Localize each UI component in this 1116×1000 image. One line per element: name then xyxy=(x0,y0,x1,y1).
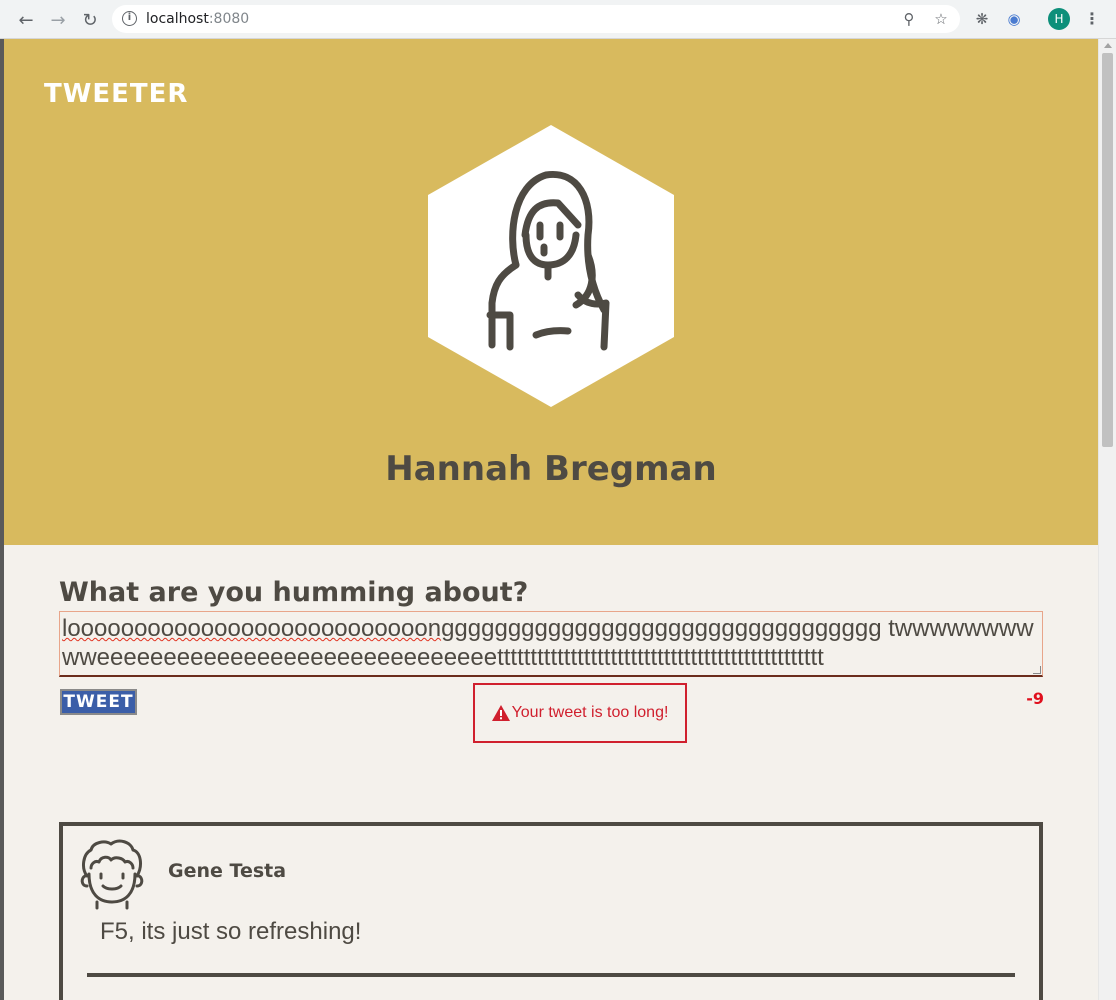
forward-arrow-icon[interactable]: → xyxy=(46,8,70,32)
error-message-box: Your tweet is too long! xyxy=(473,683,687,743)
browser-toolbar: ← → ↻ i localhost:8080 ⚲ ☆ ❋ ◉ H ⋮ xyxy=(0,0,1116,39)
tweet-button[interactable]: TWEET xyxy=(60,689,137,715)
profile-name: Hannah Bregman xyxy=(385,449,717,489)
profile-header: TWEETER Hannah Bregman xyxy=(4,39,1098,545)
page-scrollbar[interactable] xyxy=(1098,39,1116,1000)
author-avatar-icon xyxy=(80,839,144,910)
tweet-text: F5, its just so refreshing! xyxy=(100,918,362,945)
profile-avatar-icon xyxy=(428,125,674,407)
url-text[interactable]: localhost:8080 xyxy=(146,11,249,27)
tweet-textarea[interactable]: looooooooooooooooooooooooooonggggggggggg… xyxy=(59,611,1043,677)
char-counter: -9 xyxy=(1026,689,1044,708)
brand-logo[interactable]: TWEETER xyxy=(44,79,188,109)
page-viewport: TWEETER Hannah Bregman What are you humm… xyxy=(4,39,1098,1000)
resize-handle-icon[interactable] xyxy=(1033,666,1041,674)
url-port: :8080 xyxy=(208,11,250,27)
profile-avatar[interactable]: H xyxy=(1048,8,1070,30)
reload-icon[interactable]: ↻ xyxy=(78,8,102,32)
bookmark-star-icon[interactable]: ☆ xyxy=(932,10,950,28)
scroll-up-arrow-icon[interactable] xyxy=(1104,43,1112,48)
back-arrow-icon[interactable]: ← xyxy=(14,8,38,32)
browser-menu-icon[interactable]: ⋮ xyxy=(1084,8,1100,30)
compose-prompt: What are you humming about? xyxy=(59,577,529,608)
error-message-text: Your tweet is too long! xyxy=(511,704,669,721)
bug-extension-icon[interactable]: ❋ xyxy=(972,9,992,29)
warning-icon xyxy=(491,705,510,721)
address-bar[interactable]: i localhost:8080 ⚲ ☆ xyxy=(112,5,960,33)
site-info-icon[interactable]: i xyxy=(122,11,137,26)
misspelled-text: looooooooooooooooooooooooooon xyxy=(62,615,442,642)
vue-devtools-icon[interactable]: ◉ xyxy=(1004,9,1024,29)
tweet-divider xyxy=(87,973,1015,977)
scroll-thumb[interactable] xyxy=(1102,53,1113,447)
url-host: localhost xyxy=(146,11,209,27)
tweet-author: Gene Testa xyxy=(168,860,287,882)
zoom-icon[interactable]: ⚲ xyxy=(900,10,918,28)
tweet-card: Gene Testa F5, its just so refreshing! xyxy=(59,822,1043,1000)
